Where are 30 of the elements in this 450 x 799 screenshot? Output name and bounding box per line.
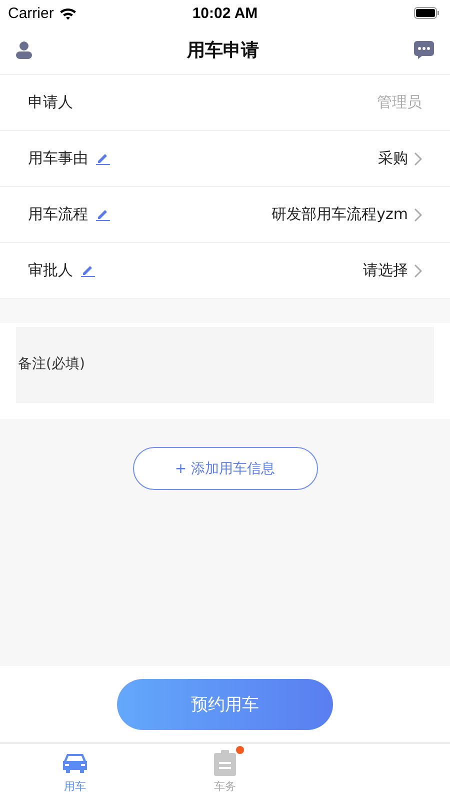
car-icon bbox=[62, 752, 88, 774]
page-title: 用车申请 bbox=[187, 39, 259, 62]
chevron-right-icon bbox=[414, 152, 422, 166]
battery-icon bbox=[414, 7, 440, 19]
wifi-icon bbox=[58, 6, 77, 20]
field-label: 用车事由 bbox=[28, 149, 88, 168]
field-value: 管理员 bbox=[377, 93, 422, 112]
chat-icon[interactable] bbox=[414, 41, 434, 59]
user-icon[interactable] bbox=[16, 41, 32, 59]
pencil-icon bbox=[81, 264, 95, 277]
clipboard-icon bbox=[214, 750, 236, 776]
field-label: 审批人 bbox=[28, 261, 73, 280]
form-select-row[interactable]: 用车事由 采购 bbox=[0, 131, 450, 187]
pencil-icon bbox=[96, 152, 110, 165]
chevron-right-icon bbox=[414, 208, 422, 222]
field-label: 申请人 bbox=[28, 93, 73, 112]
form-select-row[interactable]: 用车流程 研发部用车流程yzm bbox=[0, 187, 450, 243]
chevron-right-icon bbox=[414, 264, 422, 278]
carrier-label: Carrier bbox=[8, 4, 54, 22]
add-car-info-button[interactable]: + 添加用车信息 bbox=[132, 447, 318, 490]
field-value: 请选择 bbox=[363, 261, 408, 280]
remark-field[interactable]: 备注(必填) bbox=[16, 327, 434, 403]
tab[interactable]: 车务 bbox=[150, 744, 300, 799]
field-value: 研发部用车流程yzm bbox=[272, 205, 408, 224]
field-label: 用车流程 bbox=[28, 205, 88, 224]
tab[interactable]: 用车 bbox=[0, 744, 150, 799]
pencil-icon bbox=[96, 208, 110, 221]
field-value: 采购 bbox=[378, 149, 408, 168]
status-time: 10:02 AM bbox=[192, 4, 258, 22]
submit-button[interactable]: 预约用车 bbox=[117, 678, 333, 730]
